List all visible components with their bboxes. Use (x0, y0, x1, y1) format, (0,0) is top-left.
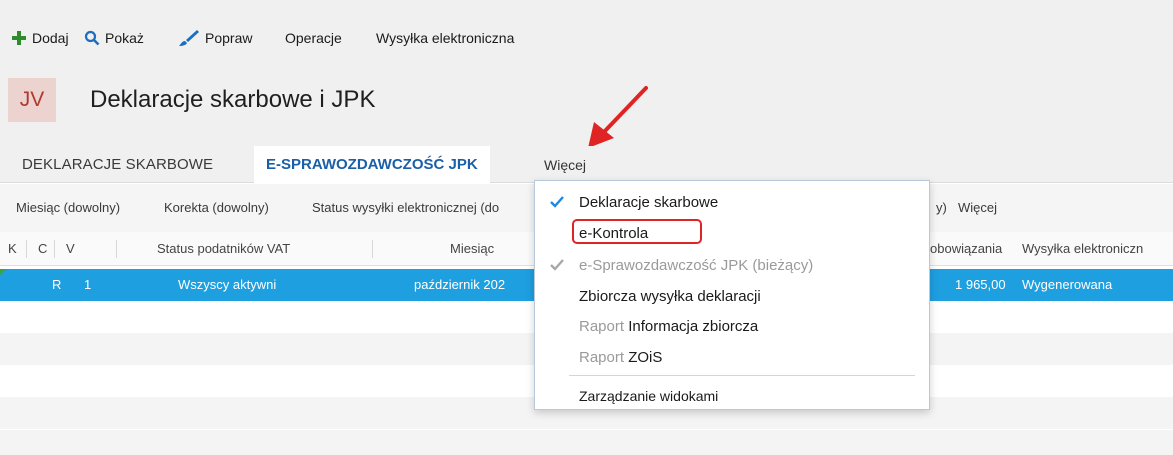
column-separator (26, 240, 27, 258)
current-suffix: (bieżący) (752, 257, 814, 274)
tab-tax-declarations[interactable]: DEKLARACJE SKARBOWE (22, 146, 213, 183)
cell-v: 1 (84, 277, 92, 292)
filter-e-status[interactable]: Status wysyłki elektronicznej (do (312, 200, 499, 215)
column-header-k[interactable]: K (8, 241, 17, 256)
column-separator (54, 240, 55, 258)
search-icon (83, 29, 101, 47)
plus-icon (10, 29, 28, 47)
menu-item-report-summary[interactable]: Raport Informacja zbiorcza (535, 311, 929, 341)
column-separator (372, 240, 373, 258)
menu-divider (569, 375, 915, 376)
column-header-c[interactable]: C (38, 241, 47, 256)
menu-item-label-wrap: e-Sprawozdawczość JPK (bieżący) (579, 257, 813, 274)
column-header-month[interactable]: Miesiąc (450, 241, 494, 256)
menu-item-jpk-current[interactable]: e-Sprawozdawczość JPK (bieżący) (535, 250, 929, 280)
table-row (0, 430, 1173, 455)
menu-item-manage-views[interactable]: Zarządzanie widokami (535, 381, 929, 411)
menu-item-report-zois[interactable]: Raport ZOiS (535, 342, 929, 372)
cell-e-send: Wygenerowana (1022, 277, 1113, 292)
menu-item-batch-send[interactable]: Zbiorcza wysyłka deklaracji (535, 281, 929, 311)
menu-item-label: ZOiS (628, 349, 663, 366)
e-send-menu[interactable]: Wysyłka elektroniczna (376, 28, 514, 48)
menu-item-label: Zbiorcza wysyłka deklaracji (579, 288, 761, 305)
cell-c: R (52, 277, 62, 292)
menu-item-label: Informacja zbiorcza (628, 318, 759, 335)
filter-correction[interactable]: Korekta (dowolny) (164, 200, 269, 215)
filter-more[interactable]: Więcej (958, 200, 997, 215)
add-label: Dodaj (32, 30, 69, 46)
view-tabs: DEKLARACJE SKARBOWE E-SPRAWOZDAWCZOŚĆ JP… (0, 146, 1173, 183)
menu-item-label: e-Sprawozdawczość JPK (579, 257, 749, 274)
menu-item-label-wrap: Raport ZOiS (579, 349, 662, 366)
report-prefix: Raport (579, 318, 625, 335)
cell-obligations: 1 965,00 (955, 277, 1006, 292)
edit-button[interactable]: Popraw (177, 28, 252, 48)
report-prefix: Raport (579, 349, 625, 366)
check-icon (550, 196, 564, 208)
tab-jpk-reporting[interactable]: E-SPRAWOZDAWCZOŚĆ JPK (254, 146, 490, 183)
menu-item-label-wrap: Raport Informacja zbiorcza (579, 318, 758, 335)
show-button[interactable]: Pokaż (83, 28, 144, 48)
check-icon (550, 259, 564, 271)
operations-label: Operacje (285, 30, 342, 46)
filter-tail[interactable]: y) (936, 200, 947, 215)
cell-vat-status: Wszyscy aktywni (178, 277, 277, 292)
menu-item-label: Deklaracje skarbowe (579, 194, 719, 211)
cell-month: październik 202 (414, 277, 506, 292)
column-header-e-send[interactable]: Wysyłka elektroniczn (1022, 241, 1143, 256)
menu-item-label: Zarządzanie widokami (579, 388, 719, 404)
module-badge: JV (8, 78, 56, 122)
operations-menu[interactable]: Operacje (285, 28, 342, 48)
toolbar: Dodaj Pokaż Popraw Operacje Wysyłka elek… (0, 0, 1173, 64)
annotation-arrow (588, 86, 648, 148)
show-label: Pokaż (105, 30, 144, 46)
column-header-v[interactable]: V (66, 241, 75, 256)
menu-item-e-kontrola[interactable]: e-Kontrola (535, 218, 929, 248)
menu-item-tax-declarations[interactable]: Deklaracje skarbowe (535, 187, 929, 217)
page-title: Deklaracje skarbowe i JPK (90, 86, 376, 113)
brush-icon (177, 29, 201, 47)
column-header-obligations[interactable]: obowiązania (930, 241, 1002, 256)
column-header-vat-status[interactable]: Status podatników VAT (157, 241, 290, 256)
filter-month[interactable]: Miesiąc (dowolny) (16, 200, 120, 215)
row-marker (0, 269, 6, 275)
column-separator (116, 240, 117, 258)
e-send-label: Wysyłka elektroniczna (376, 30, 515, 46)
edit-label: Popraw (205, 30, 253, 46)
add-button[interactable]: Dodaj (10, 28, 69, 48)
tab-more[interactable]: Więcej (544, 146, 586, 183)
menu-item-label: e-Kontrola (579, 225, 649, 242)
more-views-dropdown: Deklaracje skarbowe e-Kontrola e-Sprawoz… (534, 180, 930, 410)
